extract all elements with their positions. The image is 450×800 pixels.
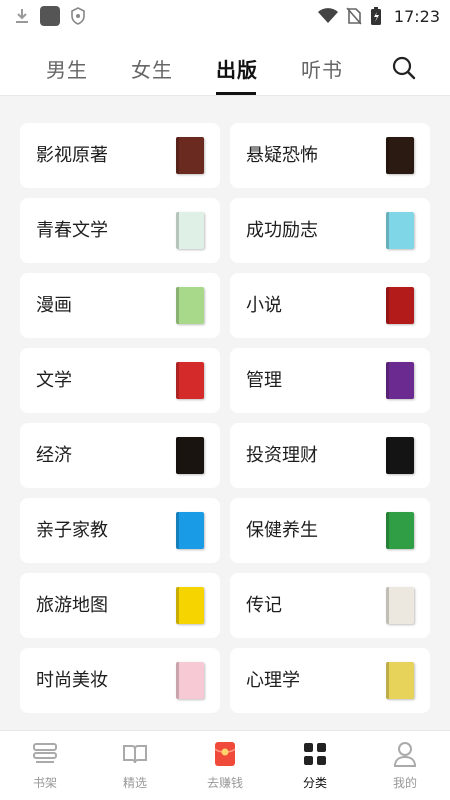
book-spine [176,512,179,549]
app-notification-icon [40,6,60,26]
book-spine [176,587,179,624]
shield-icon [70,7,86,25]
book-spine [386,212,389,249]
category-card[interactable]: 亲子家教 [20,498,220,563]
category-card[interactable]: 悬疑恐怖 [230,123,430,188]
nav-featured-label: 精选 [122,776,147,790]
status-bar: 17:23 [0,0,450,32]
bookshelf-icon [0,739,90,769]
book-spine [386,287,389,324]
category-card[interactable]: 心理学 [230,648,430,713]
category-card[interactable]: 漫画 [20,273,220,338]
book-spine [176,212,179,249]
category-card[interactable]: 保健养生 [230,498,430,563]
nav-categories[interactable]: 分类 [270,739,360,791]
book-cover-icon [386,587,414,624]
book-cover-icon [176,662,204,699]
book-cover-icon [386,662,414,699]
wifi-icon [317,8,338,24]
book-spine [386,137,389,174]
nav-profile[interactable]: 我的 [360,739,450,791]
category-card[interactable]: 文学 [20,348,220,413]
search-icon[interactable] [392,56,416,84]
category-label: 旅游地图 [36,595,108,616]
category-label: 青春文学 [36,220,108,241]
category-card[interactable]: 旅游地图 [20,573,220,638]
category-label: 小说 [246,295,282,316]
nav-profile-label: 我的 [392,776,417,790]
book-cover-icon [176,587,204,624]
category-card[interactable]: 青春文学 [20,198,220,263]
category-label: 传记 [246,595,282,616]
category-label: 时尚美妆 [36,670,108,691]
book-spine [176,362,179,399]
book-cover-icon [386,137,414,174]
open-book-icon [90,739,180,769]
book-spine [176,437,179,474]
category-card[interactable]: 经济 [20,423,220,488]
tab-publish[interactable]: 出版 [216,54,258,83]
category-card[interactable]: 管理 [230,348,430,413]
category-label: 保健养生 [246,520,318,541]
book-cover-icon [176,362,204,399]
book-cover-icon [176,212,204,249]
book-cover-icon [386,512,414,549]
book-cover-icon [176,287,204,324]
book-cover-icon [176,437,204,474]
category-card[interactable]: 时尚美妆 [20,648,220,713]
status-time: 17:23 [393,6,440,26]
battery-charging-icon [370,6,382,26]
category-label: 管理 [246,370,282,391]
book-cover-icon [176,137,204,174]
book-cover-icon [386,287,414,324]
download-icon [14,7,30,25]
category-card[interactable]: 传记 [230,573,430,638]
nav-earn-money-label: 去赚钱 [206,776,243,790]
category-label: 悬疑恐怖 [246,145,318,166]
category-label: 经济 [36,445,72,466]
category-label: 成功励志 [246,220,318,241]
category-label: 漫画 [36,295,72,316]
category-card[interactable]: 投资理财 [230,423,430,488]
book-cover-icon [386,212,414,249]
top-tab-bar: 男生 女生 出版 听书 [0,32,450,96]
category-label: 心理学 [246,670,300,691]
category-label: 文学 [36,370,72,391]
tab-audiobook[interactable]: 听书 [301,54,343,83]
nav-earn-money[interactable]: 去赚钱 [180,739,270,791]
category-label: 亲子家教 [36,520,108,541]
book-spine [386,587,389,624]
nav-categories-label: 分类 [302,776,327,790]
tab-male[interactable]: 男生 [46,54,88,83]
tab-female[interactable]: 女生 [131,54,173,83]
grid-icon [270,739,360,769]
category-card[interactable]: 成功励志 [230,198,430,263]
nav-bookshelf[interactable]: 书架 [0,739,90,791]
book-cover-icon [386,362,414,399]
book-spine [176,662,179,699]
book-cover-icon [386,437,414,474]
book-spine [386,437,389,474]
active-tab-indicator [216,92,256,95]
category-label: 投资理财 [246,445,318,466]
book-cover-icon [176,512,204,549]
book-spine [386,512,389,549]
book-spine [386,362,389,399]
nav-bookshelf-label: 书架 [32,776,57,790]
no-sim-icon [346,7,362,25]
nav-featured[interactable]: 精选 [90,739,180,791]
book-spine [386,662,389,699]
bottom-nav: 书架 精选 去赚钱 分类 我的 [0,730,450,800]
book-spine [176,287,179,324]
profile-icon [360,739,450,769]
red-envelope-icon [180,739,270,769]
category-card[interactable]: 小说 [230,273,430,338]
book-spine [176,137,179,174]
category-card[interactable]: 影视原著 [20,123,220,188]
category-label: 影视原著 [36,145,108,166]
